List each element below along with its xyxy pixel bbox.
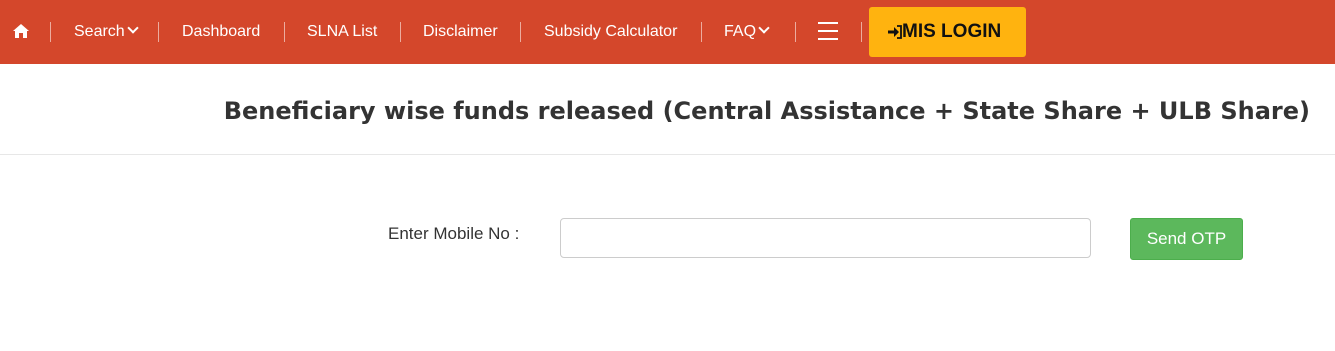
nav-item-dashboard[interactable]: Dashboard <box>182 0 260 64</box>
nav-divider <box>400 22 401 42</box>
nav-item-subsidy-calculator[interactable]: Subsidy Calculator <box>544 0 677 64</box>
chevron-down-icon <box>758 22 770 34</box>
home-icon[interactable] <box>12 23 30 39</box>
mobile-number-input[interactable] <box>560 218 1091 258</box>
mis-login-button[interactable]: MIS LOGIN <box>869 7 1026 57</box>
nav-divider <box>701 22 702 42</box>
hamburger-menu-icon[interactable] <box>818 20 838 42</box>
chevron-down-icon <box>127 22 139 34</box>
sign-in-icon <box>888 25 902 39</box>
nav-divider <box>520 22 521 42</box>
nav-item-search-label: Search <box>74 23 125 40</box>
nav-item-faq-label: FAQ <box>724 23 757 40</box>
nav-item-search[interactable]: Search <box>74 0 139 64</box>
nav-divider <box>284 22 285 42</box>
nav-divider <box>861 22 862 42</box>
page-title: Beneficiary wise funds released (Central… <box>223 97 1310 125</box>
nav-divider <box>795 22 796 42</box>
nav-divider <box>158 22 159 42</box>
mobile-number-label: Enter Mobile No : <box>388 224 520 243</box>
nav-item-faq[interactable]: FAQ <box>724 0 770 64</box>
mis-login-label: MIS LOGIN <box>902 21 1002 42</box>
nav-item-slna-list[interactable]: SLNA List <box>307 0 377 64</box>
send-otp-button[interactable]: Send OTP <box>1130 218 1243 260</box>
nav-item-disclaimer[interactable]: Disclaimer <box>423 0 498 64</box>
top-navbar: Search Dashboard SLNA List Disclaimer Su… <box>0 0 1335 64</box>
nav-divider <box>50 22 51 42</box>
